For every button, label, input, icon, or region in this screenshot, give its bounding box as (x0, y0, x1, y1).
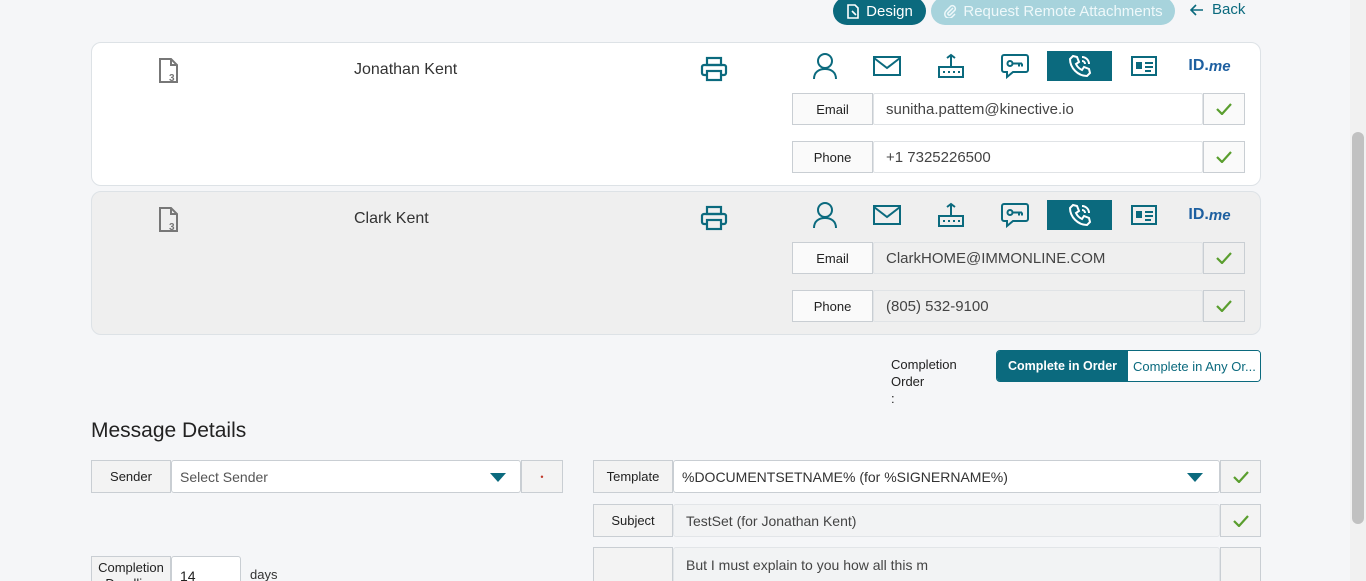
mail-icon[interactable] (854, 200, 919, 230)
id-card-icon[interactable] (1111, 51, 1176, 81)
person-icon[interactable] (792, 200, 857, 230)
required-indicator: • (521, 460, 563, 493)
design-label: Design (866, 2, 913, 20)
complete-in-order-option[interactable]: Complete in Order (997, 351, 1128, 381)
document-number-icon: 3 (159, 207, 178, 233)
phone-field[interactable]: +1 7325226500 (873, 141, 1203, 173)
idme-logo[interactable]: ID. me (1177, 51, 1242, 81)
sender-placeholder: Select Sender (180, 468, 268, 485)
router-icon[interactable] (918, 200, 983, 230)
subject-input[interactable]: TestSet (for Jonathan Kent) (673, 504, 1220, 537)
complete-in-any-order-option[interactable]: Complete in Any Or... (1128, 351, 1260, 381)
person-icon[interactable] (792, 51, 857, 81)
template-check-icon[interactable] (1220, 460, 1261, 493)
signer-card: 3 Clark Kent ID. me Email ClarkHOME@IMMON… (91, 191, 1261, 335)
idme-id: ID. (1188, 57, 1209, 74)
design-doc-icon (847, 3, 859, 19)
subject-check-icon[interactable] (1220, 504, 1261, 537)
signer-name: Jonathan Kent (354, 61, 458, 78)
design-button[interactable]: Design (833, 0, 926, 25)
idme-id: ID. (1188, 206, 1209, 223)
completion-order-toggle: Complete in Order Complete in Any Or... (996, 350, 1261, 382)
completion-deadline-input[interactable]: 14 (171, 556, 241, 581)
phone-icon[interactable] (1047, 200, 1112, 230)
idme-me: me (1208, 206, 1231, 224)
paperclip-icon (944, 4, 957, 18)
chat-key-icon[interactable] (982, 51, 1047, 81)
chat-key-icon[interactable] (982, 200, 1047, 230)
request-remote-attachments-button[interactable]: Request Remote Attachments (931, 0, 1175, 25)
remote-label: Request Remote Attachments (963, 2, 1163, 20)
template-value: %DOCUMENTSETNAME% (for %SIGNERNAME%) (682, 468, 1008, 485)
svg-text:3: 3 (169, 222, 175, 233)
email-label: Email (792, 242, 873, 274)
subject-label: Subject (593, 504, 673, 537)
document-number-icon: 3 (159, 58, 178, 84)
template-label: Template (593, 460, 673, 493)
message-textarea[interactable]: But I must explain to you how all this m (673, 547, 1220, 581)
deadline-unit: days (250, 567, 278, 581)
message-check-cell (1220, 547, 1261, 581)
email-check-icon[interactable] (1203, 242, 1245, 274)
back-link[interactable]: Back (1190, 1, 1245, 18)
phone-field[interactable]: (805) 532-9100 (873, 290, 1203, 322)
id-card-icon[interactable] (1111, 200, 1176, 230)
email-label: Email (792, 93, 873, 125)
completion-order-label: Completion Order : (891, 356, 991, 407)
phone-icon[interactable] (1047, 51, 1112, 81)
completion-deadline-label: Completion Deadline (91, 556, 171, 581)
phone-check-icon[interactable] (1203, 141, 1245, 173)
scrollbar-thumb[interactable] (1352, 132, 1364, 524)
router-icon[interactable] (918, 51, 983, 81)
phone-label: Phone (792, 141, 873, 173)
phone-label: Phone (792, 290, 873, 322)
email-check-icon[interactable] (1203, 93, 1245, 125)
back-label: Back (1212, 1, 1246, 18)
chevron-down-icon (490, 473, 506, 482)
sender-label: Sender (91, 460, 171, 493)
arrow-left-icon (1190, 3, 1203, 16)
email-field[interactable]: sunitha.pattem@kinective.io (873, 93, 1203, 125)
mail-icon[interactable] (854, 51, 919, 81)
template-select[interactable]: %DOCUMENTSETNAME% (for %SIGNERNAME%) (673, 460, 1220, 493)
signer-name: Clark Kent (354, 210, 429, 227)
phone-check-icon[interactable] (1203, 290, 1245, 322)
completion-order-colon: : (891, 391, 895, 406)
idme-me: me (1208, 57, 1231, 75)
idme-logo[interactable]: ID. me (1177, 200, 1242, 230)
svg-text:3: 3 (169, 73, 175, 84)
chevron-down-icon (1187, 473, 1203, 482)
signer-card: 3 Jonathan Kent ID. me Email sunitha.patt… (91, 42, 1261, 186)
sender-select[interactable]: Select Sender (171, 460, 521, 493)
completion-order-text: Completion Order (891, 357, 957, 389)
print-icon[interactable] (700, 56, 728, 82)
message-label: Message (593, 547, 673, 581)
message-details-title: Message Details (91, 419, 247, 442)
email-field[interactable]: ClarkHOME@IMMONLINE.COM (873, 242, 1203, 274)
print-icon[interactable] (700, 205, 728, 231)
